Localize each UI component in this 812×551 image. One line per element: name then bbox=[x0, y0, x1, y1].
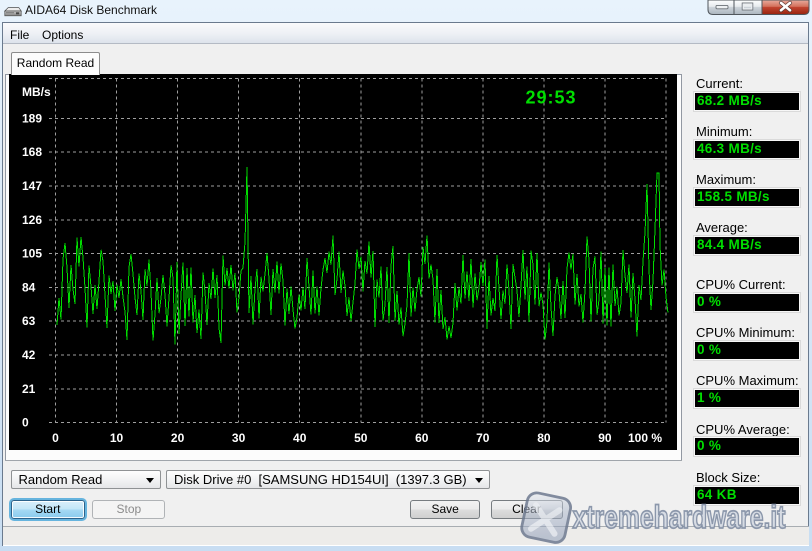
svg-text:0: 0 bbox=[52, 431, 59, 445]
svg-text:105: 105 bbox=[22, 247, 42, 261]
svg-text:10: 10 bbox=[110, 431, 124, 445]
svg-text:189: 189 bbox=[22, 111, 42, 125]
svg-text:63: 63 bbox=[22, 314, 36, 328]
svg-text:30: 30 bbox=[232, 431, 246, 445]
svg-text:21: 21 bbox=[22, 382, 36, 396]
svg-text:xtremehardware.it: xtremehardware.it bbox=[573, 499, 786, 535]
svg-text:20: 20 bbox=[171, 431, 185, 445]
svg-text:40: 40 bbox=[293, 431, 307, 445]
svg-text:60: 60 bbox=[415, 431, 429, 445]
svg-text:50: 50 bbox=[354, 431, 368, 445]
svg-text:42: 42 bbox=[22, 348, 36, 362]
svg-text:168: 168 bbox=[22, 145, 42, 159]
svg-text:MB/s: MB/s bbox=[22, 85, 51, 99]
svg-text:147: 147 bbox=[22, 179, 42, 193]
svg-text:84: 84 bbox=[22, 280, 36, 294]
svg-text:80: 80 bbox=[537, 431, 551, 445]
svg-text:100 %: 100 % bbox=[628, 431, 662, 445]
svg-text:0: 0 bbox=[22, 416, 29, 430]
svg-text:90: 90 bbox=[598, 431, 612, 445]
svg-text:126: 126 bbox=[22, 213, 42, 227]
svg-text:70: 70 bbox=[476, 431, 490, 445]
svg-text:29:53: 29:53 bbox=[525, 88, 576, 108]
